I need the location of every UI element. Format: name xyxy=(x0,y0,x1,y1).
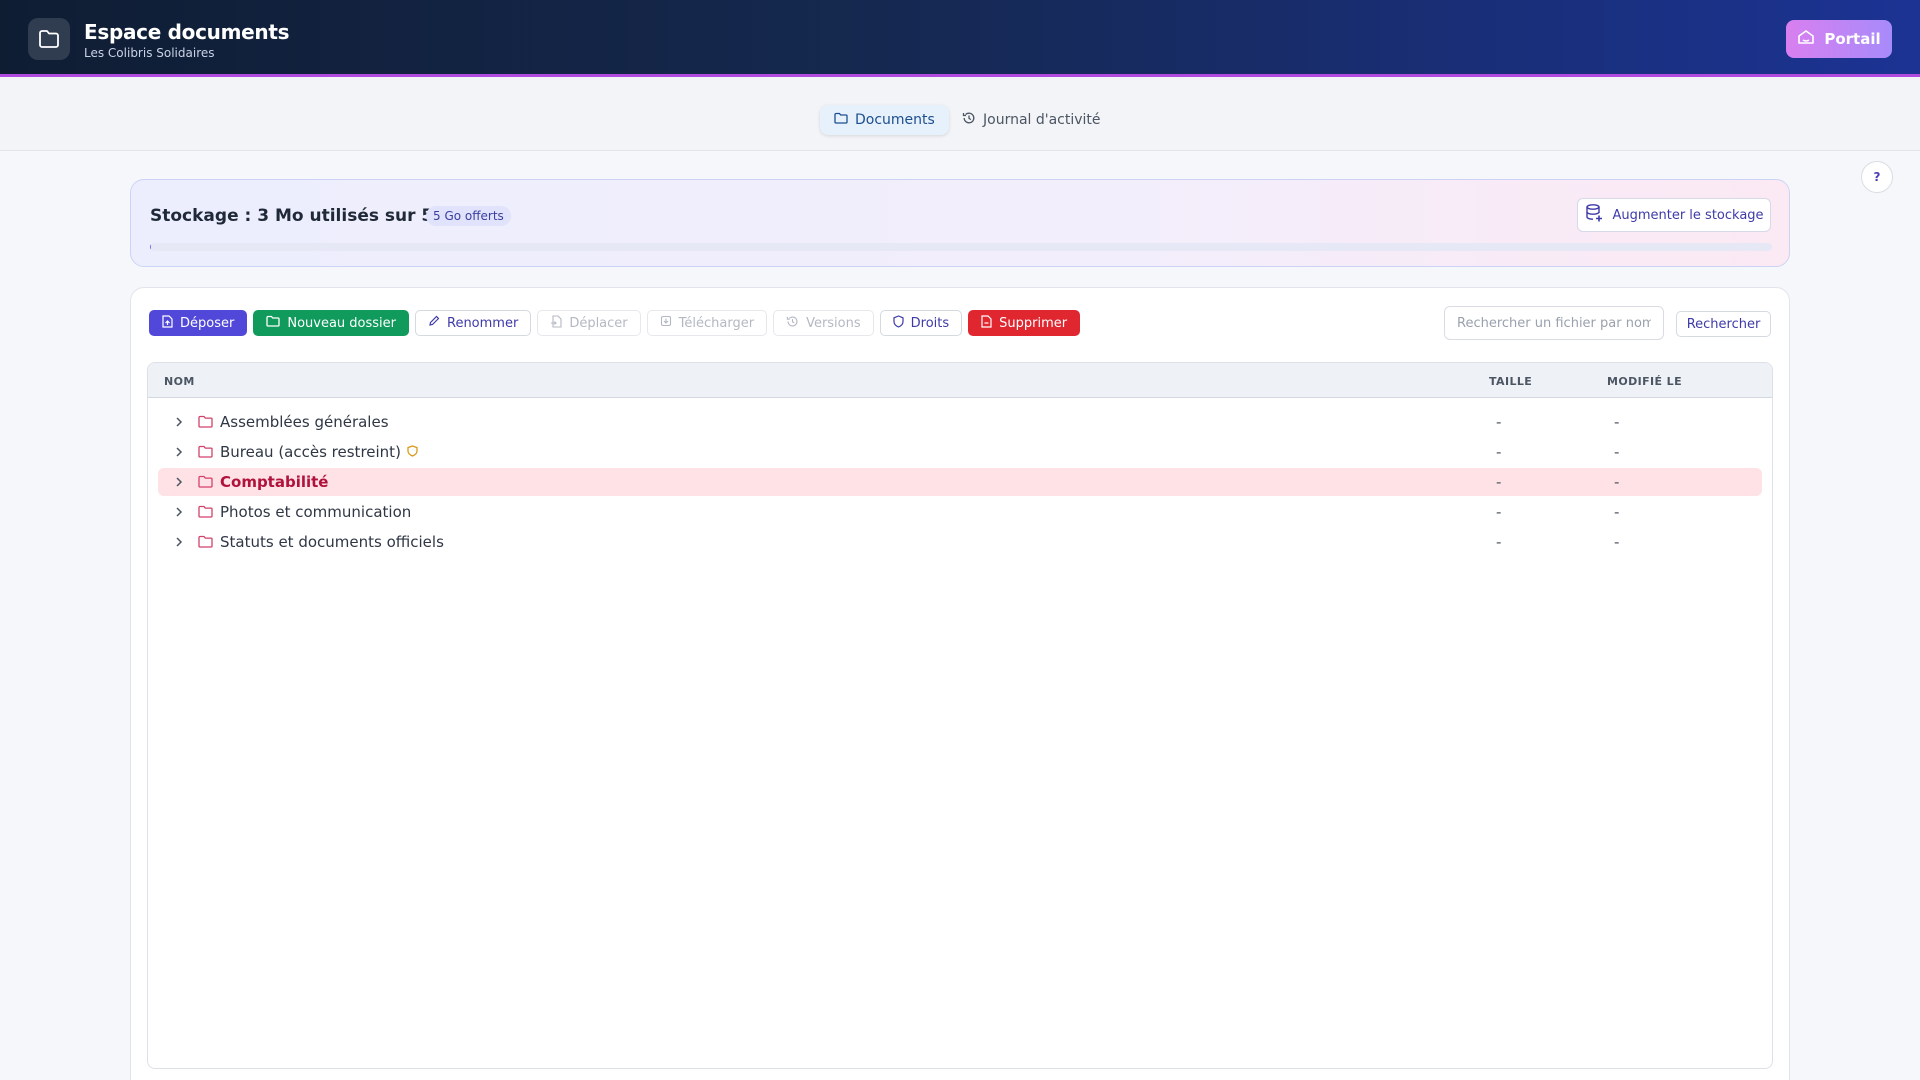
download-icon xyxy=(660,315,672,331)
delete-file-icon xyxy=(981,314,992,332)
chevron-right-icon[interactable] xyxy=(174,414,184,432)
increase-storage-button[interactable]: Augmenter le stockage xyxy=(1577,198,1771,232)
folder-icon xyxy=(266,315,280,331)
tab-documents-label: Documents xyxy=(855,112,935,128)
folder-icon xyxy=(198,504,213,522)
move-button[interactable]: Déplacer xyxy=(537,310,641,336)
help-button[interactable]: ? xyxy=(1861,161,1893,193)
folder-name-text: Assemblées générales xyxy=(220,413,389,431)
column-header-size[interactable]: TAILLE xyxy=(1489,375,1532,388)
rename-label: Renommer xyxy=(447,315,519,331)
folder-icon xyxy=(834,112,848,128)
delete-label: Supprimer xyxy=(999,315,1068,331)
shield-icon xyxy=(893,314,904,332)
folder-logo-icon xyxy=(28,18,70,60)
tab-documents[interactable]: Documents xyxy=(820,105,949,135)
folder-modified-date: - xyxy=(1614,473,1620,491)
chevron-right-icon[interactable] xyxy=(174,504,184,522)
chevron-right-icon[interactable] xyxy=(174,444,184,462)
pencil-icon xyxy=(428,315,440,331)
tab-bar: Documents Journal d'activité xyxy=(0,77,1920,151)
folder-size: - xyxy=(1496,443,1502,461)
organization-name: Les Colibris Solidaires xyxy=(84,46,215,60)
folder-modified-date: - xyxy=(1614,503,1620,521)
folder-icon xyxy=(198,474,213,492)
table-row[interactable]: Statuts et documents officiels - - xyxy=(158,528,1762,556)
documents-panel: Déposer Nouveau dossier Renommer Déplace… xyxy=(130,287,1790,1080)
download-label: Télécharger xyxy=(678,315,755,331)
folder-name-text: Photos et communication xyxy=(220,503,412,521)
folder-size: - xyxy=(1496,413,1502,431)
upload-label: Déposer xyxy=(180,315,235,331)
file-toolbar: Déposer Nouveau dossier Renommer Déplace… xyxy=(149,310,1081,336)
folder-size: - xyxy=(1496,473,1502,491)
restricted-shield-icon xyxy=(407,443,418,461)
new-folder-label: Nouveau dossier xyxy=(287,315,396,331)
app-header: Espace documents Les Colibris Solidaires… xyxy=(0,0,1920,77)
upload-button[interactable]: Déposer xyxy=(149,310,248,336)
folder-name: Photos et communication xyxy=(220,503,411,521)
folder-name: Comptabilité xyxy=(220,473,328,491)
column-header-name[interactable]: NOM xyxy=(164,375,195,388)
folder-icon xyxy=(198,534,213,552)
chevron-right-icon[interactable] xyxy=(174,534,184,552)
folder-modified-date: - xyxy=(1614,533,1620,551)
tab-activity-log[interactable]: Journal d'activité xyxy=(948,105,1115,135)
folder-name-text: Bureau (accès restreint) xyxy=(220,443,401,461)
versions-label: Versions xyxy=(806,315,861,331)
database-add-icon xyxy=(1584,203,1604,227)
folder-icon xyxy=(198,444,213,462)
move-label: Déplacer xyxy=(569,315,628,331)
folder-icon xyxy=(198,414,213,432)
new-folder-button[interactable]: Nouveau dossier xyxy=(253,310,409,336)
tab-activity-log-label: Journal d'activité xyxy=(983,112,1101,128)
folder-size: - xyxy=(1496,533,1502,551)
folder-name: Bureau (accès restreint) xyxy=(220,443,418,461)
portal-button[interactable]: Portail xyxy=(1786,20,1892,58)
history-icon xyxy=(962,111,976,129)
table-row-selected[interactable]: Comptabilité - - xyxy=(158,468,1762,496)
permissions-label: Droits xyxy=(910,315,950,331)
table-header: NOM TAILLE MODIFIÉ LE xyxy=(148,363,1772,398)
portal-button-label: Portail xyxy=(1824,30,1881,48)
file-table: NOM TAILLE MODIFIÉ LE Assemblées général… xyxy=(147,362,1773,1069)
app-title: Espace documents xyxy=(84,20,290,44)
folder-modified-date: - xyxy=(1614,413,1620,431)
storage-progress-bar xyxy=(150,243,1772,251)
free-storage-badge: 5 Go offerts xyxy=(426,206,511,226)
file-search-input[interactable] xyxy=(1444,306,1664,340)
versions-button[interactable]: Versions xyxy=(773,310,874,336)
permissions-button[interactable]: Droits xyxy=(879,310,963,336)
folder-name-text: Statuts et documents officiels xyxy=(220,533,444,551)
download-button[interactable]: Télécharger xyxy=(646,310,768,336)
chevron-right-icon[interactable] xyxy=(174,474,184,492)
move-file-icon xyxy=(550,314,562,332)
home-icon xyxy=(1797,29,1815,49)
table-row[interactable]: Photos et communication - - xyxy=(158,498,1762,526)
folder-modified-date: - xyxy=(1614,443,1620,461)
rename-button[interactable]: Renommer xyxy=(415,310,532,336)
increase-storage-label: Augmenter le stockage xyxy=(1612,207,1764,223)
folder-name: Assemblées générales xyxy=(220,413,389,431)
storage-progress-fill xyxy=(150,243,151,251)
delete-button[interactable]: Supprimer xyxy=(968,310,1081,336)
storage-panel: Stockage : 3 Mo utilisés sur 5,5 Go 5 Go… xyxy=(130,179,1790,267)
upload-file-icon xyxy=(162,314,173,332)
history-icon xyxy=(786,315,799,332)
table-row[interactable]: Bureau (accès restreint) - - xyxy=(158,438,1762,466)
table-row[interactable]: Assemblées générales - - xyxy=(158,408,1762,436)
folder-size: - xyxy=(1496,503,1502,521)
folder-name: Statuts et documents officiels xyxy=(220,533,444,551)
search-button[interactable]: Rechercher xyxy=(1676,311,1771,337)
folder-name-text: Comptabilité xyxy=(220,473,329,491)
column-header-modified[interactable]: MODIFIÉ LE xyxy=(1607,375,1682,388)
